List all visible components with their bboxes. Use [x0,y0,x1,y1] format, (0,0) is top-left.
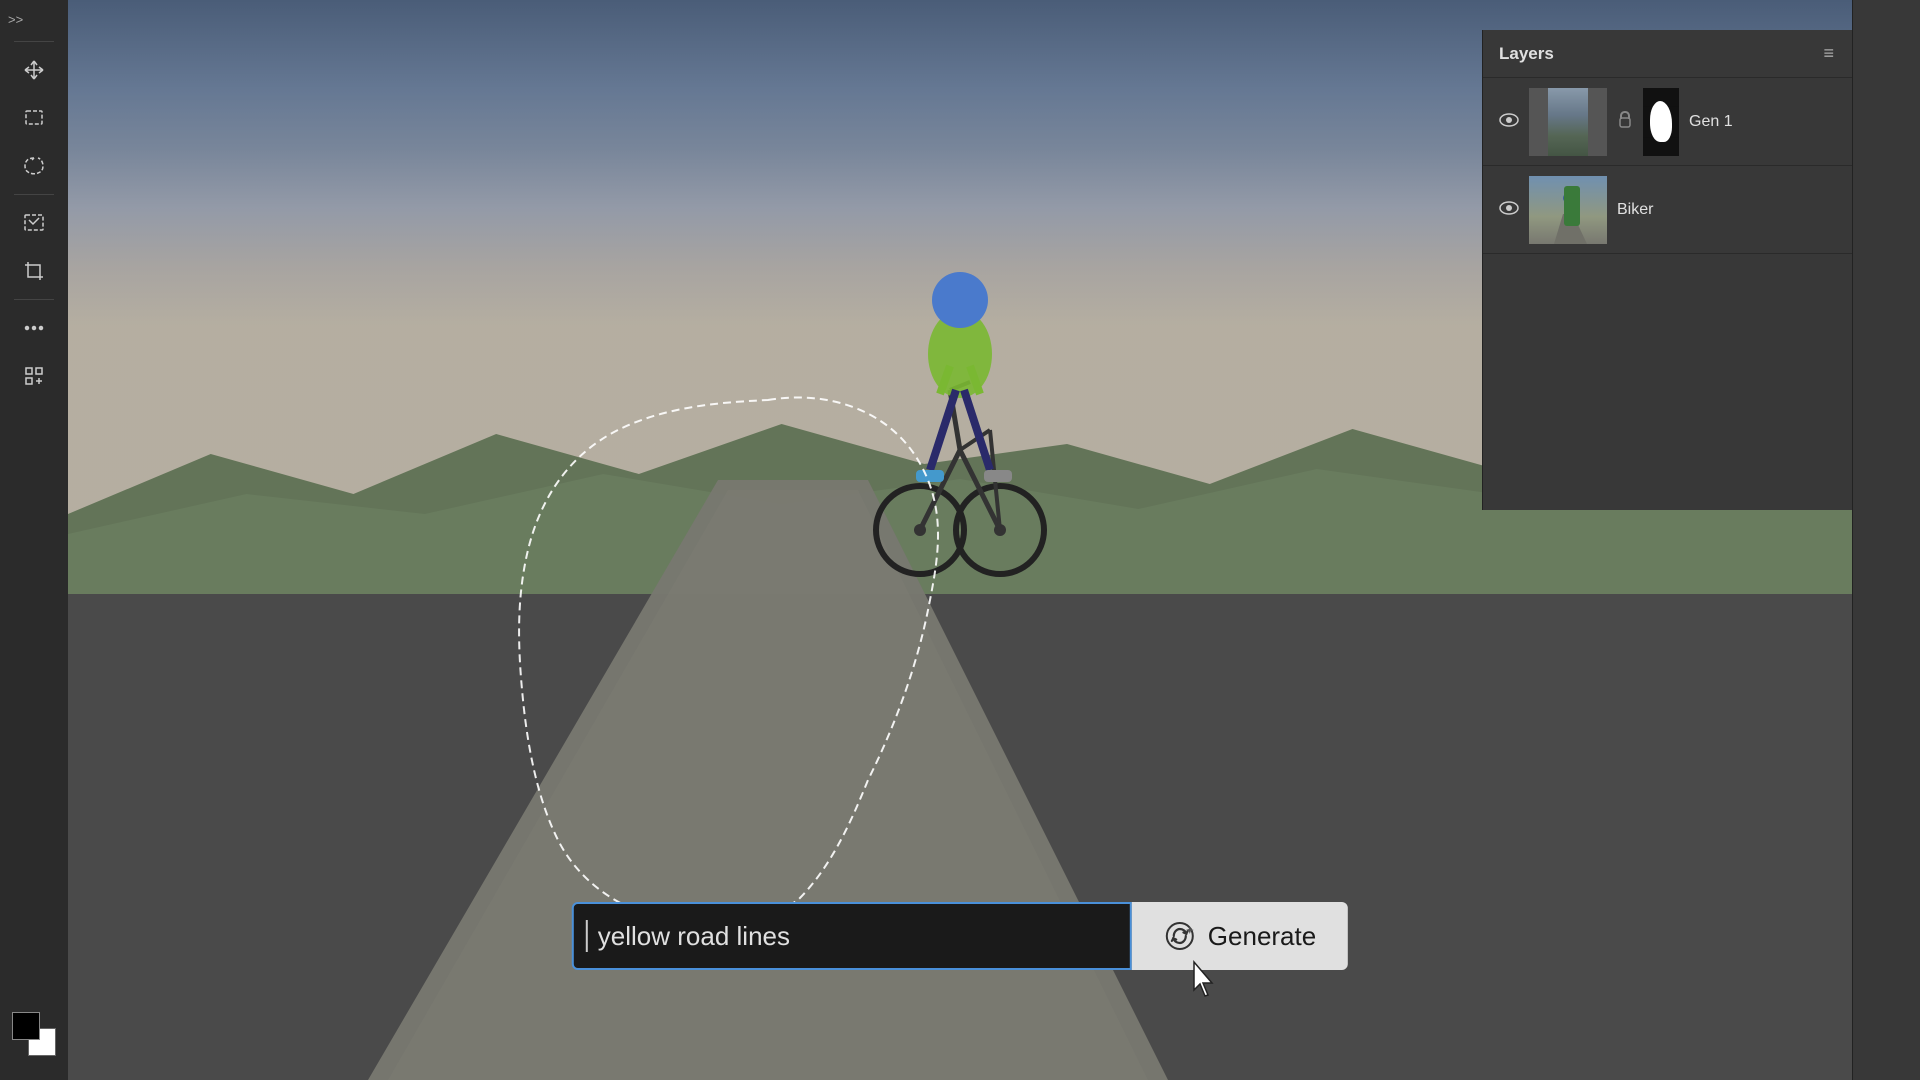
layers-panel-title: Layers [1499,44,1554,64]
layer-thumbnail-biker [1529,176,1607,244]
layers-panel: Layers ≡ [1482,30,1852,510]
generate-label: Generate [1208,921,1316,952]
lasso-tool[interactable] [12,144,56,188]
layer-visibility-biker[interactable] [1499,199,1519,220]
color-swatches[interactable] [12,1012,56,1056]
layer-mask-gen1 [1643,88,1679,156]
object-select-tool[interactable] [12,201,56,245]
toolbar: >> [0,0,68,1080]
right-panel [1852,0,1920,1080]
layer-visibility-gen1[interactable] [1499,111,1519,132]
layer-item-biker[interactable]: Biker [1483,166,1852,254]
crop-tool[interactable] [12,249,56,293]
generate-button[interactable]: Generate [1132,902,1348,970]
layer-item-gen1[interactable]: Gen 1 [1483,78,1852,166]
transform-tool[interactable] [12,354,56,398]
move-tool[interactable] [12,48,56,92]
canvas-area: Generate Layers ≡ [68,0,1852,1080]
foreground-color-swatch[interactable] [12,1012,40,1040]
layer-chain-icon [1617,109,1633,134]
misc-tools-btn[interactable] [12,306,56,350]
layer-name-biker: Biker [1617,201,1836,219]
toolbar-divider-top [14,41,54,42]
text-cursor [586,920,588,952]
sparkle-refresh-icon [1164,920,1196,952]
prompt-input[interactable] [598,921,1118,952]
layers-panel-header: Layers ≡ [1483,30,1852,78]
contextual-bar: Generate [572,902,1348,970]
prompt-input-wrapper[interactable] [572,902,1132,970]
toolbar-divider-3 [14,299,54,300]
toolbar-divider-2 [14,194,54,195]
layer-name-gen1: Gen 1 [1689,113,1836,131]
layers-menu-icon[interactable]: ≡ [1823,43,1836,64]
marquee-tool[interactable] [12,96,56,140]
layer-thumb-photo [1548,88,1588,156]
toolbar-collapse-btn[interactable]: >> [0,8,68,31]
layer-thumbnail-gen1 [1529,88,1607,156]
